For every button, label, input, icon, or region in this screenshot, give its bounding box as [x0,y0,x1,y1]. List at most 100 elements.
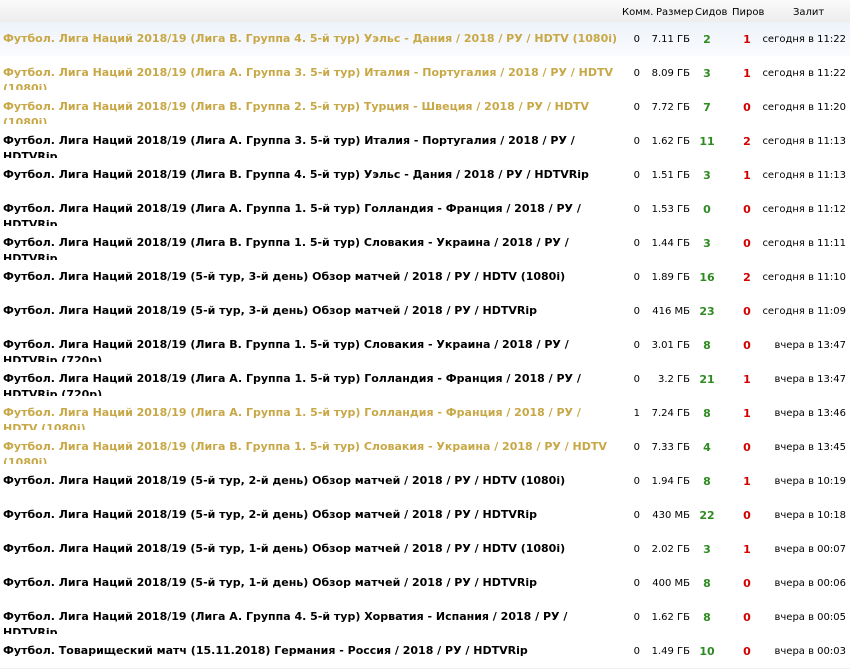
seeds-count: 0 [703,203,711,216]
file-size: 1.51 ГБ [651,170,690,181]
table-row: Футбол. Лига Наций 2018/19 (5-й тур, 2-й… [0,498,850,533]
upload-date: сегодня в 11:13 [762,170,846,181]
seeds-count: 21 [699,373,715,386]
table-row: Футбол. Лига Наций 2018/19 (Лига A. Груп… [0,396,850,435]
table-row: Футбол. Лига Наций 2018/19 (Лига B. Груп… [0,90,850,129]
peers-count: 0 [743,645,751,658]
peers-count: 1 [743,475,751,488]
seeds-count: 3 [703,67,711,80]
comments-count: 0 [633,136,640,147]
header-peers[interactable]: Пиров [732,7,764,18]
file-size: 7.72 ГБ [651,102,690,113]
upload-date: вчера в 00:05 [774,612,847,623]
table-row: Футбол. Лига Наций 2018/19 (5-й тур, 3-й… [0,260,850,295]
peers-count: 0 [743,441,751,454]
header-size[interactable]: Размер [656,7,694,18]
torrent-title-link[interactable]: Футбол. Лига Наций 2018/19 (Лига B. Груп… [3,167,618,183]
torrent-title-link[interactable]: Футбол. Лига Наций 2018/19 (5-й тур, 2-й… [3,507,618,523]
comments-count: 0 [633,34,640,45]
peers-count: 0 [743,305,751,318]
comments-count: 0 [633,170,640,181]
peers-count: 1 [743,33,751,46]
upload-date: сегодня в 11:22 [762,34,846,45]
table-row: Футбол. Лига Наций 2018/19 (Лига B. Груп… [0,22,850,57]
file-size: 416 МБ [652,306,690,317]
file-size: 3.2 ГБ [657,374,690,385]
seeds-count: 7 [703,101,711,114]
upload-date: вчера в 13:45 [774,442,847,453]
upload-date: вчера в 10:19 [774,476,847,487]
seeds-count: 10 [699,645,715,658]
file-size: 400 МБ [652,578,690,589]
comments-count: 0 [633,340,640,351]
table-row: Футбол. Лига Наций 2018/19 (Лига B. Груп… [0,430,850,469]
file-size: 3.01 ГБ [651,340,690,351]
seeds-count: 23 [699,305,715,318]
upload-date: вчера в 00:03 [774,646,847,657]
peers-count: 0 [743,611,751,624]
header-seeds[interactable]: Сидов [695,7,727,18]
comments-count: 0 [633,272,640,283]
table-row: Футбол. Лига Наций 2018/19 (Лига B. Груп… [0,226,850,265]
comments-count: 0 [633,646,640,657]
upload-date: вчера в 13:47 [774,340,847,351]
upload-date: вчера в 13:47 [774,374,847,385]
seeds-count: 3 [703,543,711,556]
peers-count: 0 [743,509,751,522]
file-size: 1.89 ГБ [651,272,690,283]
seeds-count: 8 [703,475,711,488]
torrent-title-link[interactable]: Футбол. Товарищеский матч (15.11.2018) Г… [3,643,618,659]
upload-date: сегодня в 11:12 [762,204,846,215]
peers-count: 0 [743,203,751,216]
peers-count: 1 [743,67,751,80]
table-row: Футбол. Лига Наций 2018/19 (Лига A. Груп… [0,124,850,163]
comments-count: 0 [633,306,640,317]
upload-date: сегодня в 11:22 [762,68,846,79]
seeds-count: 3 [703,169,711,182]
comments-count: 0 [633,238,640,249]
torrent-title-link[interactable]: Футбол. Лига Наций 2018/19 (5-й тур, 1-й… [3,541,618,557]
table-row: Футбол. Лига Наций 2018/19 (Лига A. Груп… [0,192,850,231]
file-size: 1.53 ГБ [651,204,690,215]
comments-count: 0 [633,68,640,79]
file-size: 7.11 ГБ [651,34,690,45]
comments-count: 0 [633,578,640,589]
table-row: Футбол. Лига Наций 2018/19 (Лига A. Груп… [0,362,850,401]
header-comments[interactable]: Комм. [622,7,653,18]
peers-count: 1 [743,407,751,420]
comments-count: 0 [633,510,640,521]
upload-date: сегодня в 11:10 [762,272,846,283]
file-size: 430 МБ [652,510,690,521]
seeds-count: 8 [703,577,711,590]
upload-date: вчера в 00:06 [774,578,847,589]
upload-date: вчера в 13:46 [774,408,847,419]
torrent-title-link[interactable]: Футбол. Лига Наций 2018/19 (5-й тур, 3-й… [3,269,618,285]
peers-count: 2 [743,135,751,148]
torrent-title-link[interactable]: Футбол. Лига Наций 2018/19 (5-й тур, 3-й… [3,303,618,319]
comments-count: 0 [633,204,640,215]
peers-count: 1 [743,373,751,386]
upload-date: вчера в 00:07 [774,544,847,555]
comments-count: 0 [633,612,640,623]
file-size: 7.24 ГБ [651,408,690,419]
comments-count: 0 [633,102,640,113]
file-size: 2.02 ГБ [651,544,690,555]
header-uploaded[interactable]: Залит [793,7,824,18]
peers-count: 2 [743,271,751,284]
torrent-title-link[interactable]: Футбол. Лига Наций 2018/19 (5-й тур, 1-й… [3,575,618,591]
torrent-title-link[interactable]: Футбол. Лига Наций 2018/19 (Лига B. Груп… [3,31,618,47]
peers-count: 1 [743,543,751,556]
comments-count: 0 [633,442,640,453]
table-row: Футбол. Лига Наций 2018/19 (Лига A. Груп… [0,56,850,95]
table-row: Футбол. Лига Наций 2018/19 (5-й тур, 1-й… [0,566,850,601]
comments-count: 0 [633,544,640,555]
file-size: 1.94 ГБ [651,476,690,487]
upload-date: сегодня в 11:11 [762,238,846,249]
comments-count: 0 [633,476,640,487]
table-row: Футбол. Лига Наций 2018/19 (Лига B. Груп… [0,158,850,193]
peers-count: 0 [743,577,751,590]
peers-count: 0 [743,101,751,114]
torrent-title-link[interactable]: Футбол. Лига Наций 2018/19 (5-й тур, 2-й… [3,473,618,489]
table-row: Футбол. Лига Наций 2018/19 (Лига A. Груп… [0,600,850,639]
seeds-count: 16 [699,271,715,284]
